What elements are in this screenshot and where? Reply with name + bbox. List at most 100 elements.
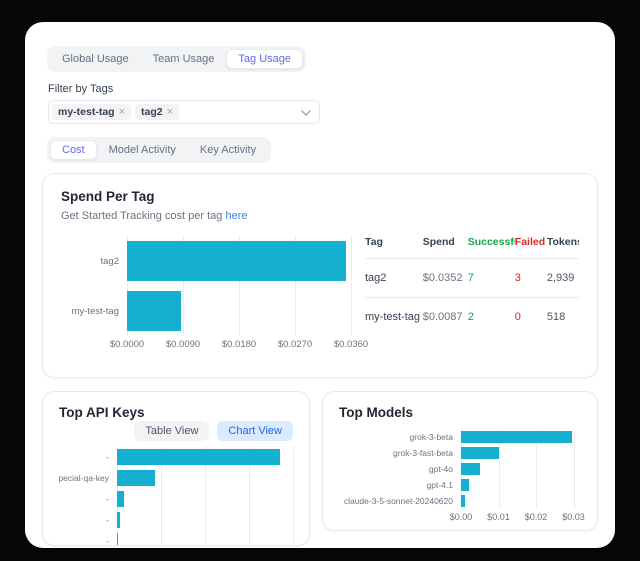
chart-bar-row [117, 467, 293, 488]
top-api-keys-card: Top API Keys Table View Chart View -peci… [42, 391, 310, 546]
chart-category-label: - [59, 446, 117, 467]
chart-body: grok-3-betagrok-3-fast-betagpt-4ogpt-4.1… [339, 429, 581, 509]
tag-filter-select[interactable]: my-test-tag × tag2 × [48, 100, 320, 124]
chart-bar-row [461, 429, 581, 445]
chart-category-label: - [59, 530, 117, 546]
chart-plot-area [461, 429, 581, 509]
chart-category-label: claude-3-5-sonnet-20240620 [339, 493, 461, 509]
spend-per-tag-chart: tag2my-test-tag $0.0000 $0.0090 $0.0180 $0.0… [61, 236, 351, 351]
chevron-down-icon[interactable] [301, 110, 311, 116]
chart-bar-row [461, 493, 581, 509]
tag-chip-label: my-test-tag [58, 106, 115, 118]
chart-bar [117, 449, 280, 465]
chart-bar-row [461, 477, 581, 493]
chart-category-label: my-test-tag [61, 286, 127, 336]
close-icon[interactable]: × [119, 106, 125, 118]
tab-key-activity[interactable]: Key Activity [188, 140, 268, 160]
tab-model-activity[interactable]: Model Activity [97, 140, 188, 160]
spend-per-tag-subtitle: Get Started Tracking cost per tag here [61, 210, 579, 222]
here-link[interactable]: here [225, 210, 247, 222]
tab-cost[interactable]: Cost [50, 140, 97, 160]
table-cell: $0.0352 [423, 272, 468, 284]
chart-bar [461, 479, 469, 491]
gridline [351, 236, 352, 336]
x-tick-label: $0.0000 [110, 339, 144, 350]
spend-card-body: tag2my-test-tag$0.0000$0.0090$0.0180$0.0… [61, 230, 579, 351]
chart-category-label: tag2 [61, 236, 127, 286]
table-cell: tag2 [365, 272, 423, 284]
tag-chip-my-test-tag: my-test-tag × [52, 104, 131, 120]
chart-bar-row [117, 530, 293, 546]
bottom-cards-row: Top API Keys Table View Chart View -peci… [42, 391, 598, 546]
view-toggle-group: Table View Chart View [59, 421, 293, 441]
chart-category-label: - [59, 488, 117, 509]
chart-plot-area [117, 446, 293, 546]
tag-chip-label: tag2 [141, 106, 163, 118]
chart-category-label: gpt-4o [339, 461, 461, 477]
chart-category-labels: -pecial-qa-key--- [59, 446, 117, 546]
table-cell: my-test-tag [365, 311, 423, 323]
chart-plot-area [127, 236, 351, 336]
chart-bar-row [117, 509, 293, 530]
chart-category-labels: tag2my-test-tag [61, 236, 127, 336]
x-tick-label: $0.0180 [222, 339, 256, 350]
chart-bar-row [461, 445, 581, 461]
table-cell: 2 [468, 311, 515, 323]
spend-per-tag-title: Spend Per Tag [61, 189, 579, 204]
top-models-card: Top Models grok-3-betagrok-3-fast-betagp… [322, 391, 598, 531]
table-cell: 3 [515, 272, 547, 284]
table-view-button[interactable]: Table View [134, 421, 209, 441]
table-header-cell: Tag [365, 236, 423, 248]
chart-bar-row [127, 286, 351, 336]
usage-panel: Global Usage Team Usage Tag Usage Filter… [25, 22, 615, 548]
chart-bar [461, 463, 480, 475]
page-background: Global Usage Team Usage Tag Usage Filter… [0, 0, 640, 561]
chart-bar [461, 447, 499, 459]
x-tick-label: $0.02 [525, 512, 548, 522]
tab-tag-usage[interactable]: Tag Usage [226, 49, 303, 69]
table-cell: $0.0087 [423, 311, 468, 323]
chart-view-button[interactable]: Chart View [217, 421, 293, 441]
top-models-chart: grok-3-betagrok-3-fast-betagpt-4ogpt-4.1… [339, 429, 581, 524]
x-tick-label: $0.01 [487, 512, 510, 522]
table-row: tag2$0.0352732,939 [365, 258, 579, 297]
table-header-cell: Successful [468, 236, 515, 248]
subtitle-text: Get Started Tracking cost per tag [61, 210, 222, 222]
chart-bar-row [117, 488, 293, 509]
chart-category-labels: grok-3-betagrok-3-fast-betagpt-4ogpt-4.1… [339, 429, 461, 509]
table-cell: 2,939 [547, 272, 579, 284]
gridline [293, 446, 294, 546]
x-tick-label: $0.03 [562, 512, 585, 522]
x-axis: $0.00$0.01$0.02$0.03 [461, 511, 581, 524]
chart-bar [117, 470, 155, 486]
tab-global-usage[interactable]: Global Usage [50, 49, 141, 69]
table-cell: 0 [515, 311, 547, 323]
tab-team-usage[interactable]: Team Usage [141, 49, 227, 69]
x-tick-label: $0.0270 [278, 339, 312, 350]
top-api-keys-chart: -pecial-qa-key--- [59, 446, 293, 546]
tag-chip-tag2: tag2 × [135, 104, 179, 120]
chart-category-label: - [59, 509, 117, 530]
chart-category-label: pecial-qa-key [59, 467, 117, 488]
chart-bar [461, 495, 465, 507]
filter-by-tags-label: Filter by Tags [48, 83, 598, 95]
chart-bar [127, 291, 181, 331]
x-tick-label: $0.0090 [166, 339, 200, 350]
chart-body: -pecial-qa-key--- [59, 446, 293, 546]
top-api-keys-title: Top API Keys [59, 405, 293, 420]
chart-category-label: grok-3-fast-beta [339, 445, 461, 461]
table-cell: 518 [547, 311, 579, 323]
chart-bar [117, 491, 124, 507]
spend-table: TagSpendSuccessfulFailedTokenstag2$0.035… [365, 234, 579, 351]
close-icon[interactable]: × [167, 106, 173, 118]
table-header-cell: Failed [515, 236, 547, 248]
table-cell: 7 [468, 272, 515, 284]
table-header-cell: Tokens [547, 236, 579, 248]
chart-body: tag2my-test-tag [61, 236, 351, 336]
usage-tabbar: Global Usage Team Usage Tag Usage [47, 46, 306, 72]
chart-bar-row [127, 236, 351, 286]
chart-category-label: gpt-4.1 [339, 477, 461, 493]
activity-tabbar: Cost Model Activity Key Activity [47, 137, 271, 163]
chart-category-label: grok-3-beta [339, 429, 461, 445]
x-tick-label: $0.0360 [334, 339, 368, 350]
